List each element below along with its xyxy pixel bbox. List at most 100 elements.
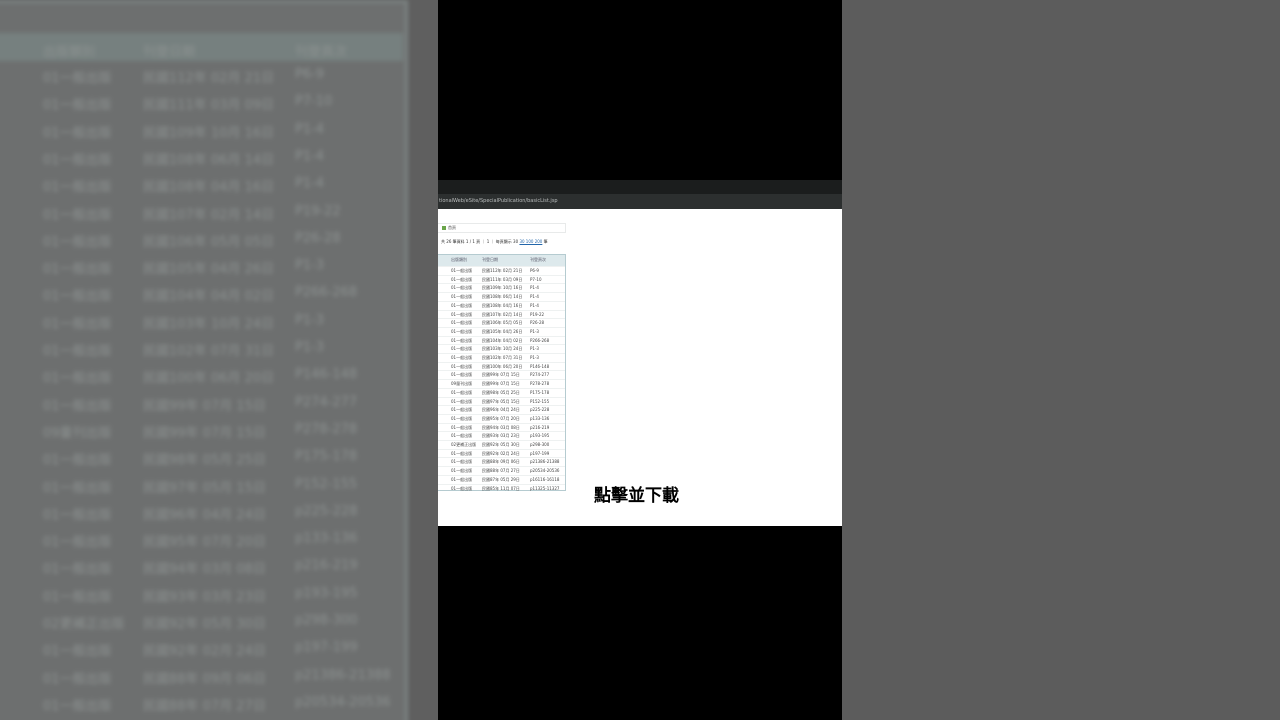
table-cell-date: 民國98年 05月 25日	[482, 389, 520, 395]
publication-table: 出版類別 刊登日期 刊登頁次 01一般出版 民國112年 02月 21日 P6-9 0…	[438, 254, 566, 491]
blurred-cell: 民國99年 07月 15日	[143, 425, 266, 441]
blurred-cell: 01一般出版	[43, 152, 112, 168]
table-cell-date: 民國97年 05月 15日	[482, 398, 520, 404]
table-cell-category: 01一般出版	[451, 407, 473, 413]
blurred-cell: 民國107年 02月 14日	[143, 207, 275, 223]
table-row[interactable]: 01一般出版 民國94年 03月 08日 p216-219	[438, 422, 565, 432]
blurred-right-area	[842, 0, 1280, 720]
caption-text: 點擊並下載	[594, 486, 679, 506]
table-cell-pages: P266-268	[530, 337, 550, 343]
table-row[interactable]: 09量刊出版 民國99年 07月 15日 P278-278	[438, 379, 565, 388]
blurred-cell: 01一般出版	[43, 453, 112, 469]
table-cell-date: 民國92年 05月 30日	[482, 442, 520, 447]
blurred-cell: 01一般出版	[43, 371, 112, 387]
blurred-cell: 01一般出版	[43, 589, 112, 605]
blurred-cell: p298-300	[295, 613, 358, 628]
table-row[interactable]: 01一般出版 民國98年 05月 25日 P175-178	[438, 387, 565, 397]
table-row[interactable]: 01一般出版 民國99年 07月 15日 P274-277	[438, 370, 565, 379]
blurred-cell: 民國109年 10月 16日	[143, 125, 275, 141]
address-bar[interactable]: tionalWeb/eSite/SpecialPublication/basic…	[438, 194, 842, 209]
blurred-cell: 09量刊出版	[43, 425, 112, 441]
table-cell-category: 01一般出版	[451, 476, 473, 482]
blurred-cell: 民國88年 09月 06日	[143, 671, 266, 687]
table-row[interactable]: 01一般出版 民國108年 06月 14日 P1-4	[438, 292, 565, 301]
blurred-cell: P146-148	[295, 367, 358, 383]
table-cell-category: 01一般出版	[451, 433, 473, 439]
home-link[interactable]: 首頁	[448, 225, 456, 231]
table-row[interactable]: 01一般出版 民國112年 02月 21日 P6-9	[438, 266, 565, 275]
table-cell-pages: p133-136	[530, 415, 550, 421]
blurred-cell: p193-195	[295, 585, 358, 601]
table-row[interactable]: 01一般出版 民國107年 02月 14日 P19-22	[438, 309, 565, 319]
column-header-pages: 刊登頁次	[530, 257, 546, 262]
blurred-header-cell: 刊登日期	[143, 45, 196, 60]
table-cell-category: 01一般出版	[451, 468, 473, 474]
table-cell-pages: P175-178	[530, 389, 550, 395]
table-row[interactable]: 01一般出版 民國93年 03月 23日 p193-195	[438, 431, 565, 440]
table-row[interactable]: 01一般出版 民國104年 04月 02日 P266-268	[438, 335, 565, 345]
table-cell-category: 01一般出版	[451, 337, 473, 343]
table-cell-pages: P1-3	[530, 355, 539, 360]
table-row[interactable]: 01一般出版 民國88年 07月 27日 p20534-20536	[438, 466, 565, 475]
blurred-cell: 民國104年 04月 02日	[143, 289, 275, 305]
table-row[interactable]: 01一般出版 民國108年 04月 16日 P1-4	[438, 300, 565, 310]
blurred-cell: 01一般出版	[43, 98, 112, 114]
table-cell-date: 民國111年 03月 09日	[482, 276, 523, 282]
blurred-cell: 01一般出版	[43, 180, 112, 196]
blurred-cell: 01一般出版	[43, 316, 112, 332]
table-row[interactable]: 01一般出版 民國95年 07月 20日 p133-136	[438, 413, 565, 423]
blurred-cell: P1-3	[295, 312, 325, 328]
blurred-cell: 民國106年 05月 05日	[143, 234, 275, 250]
table-row[interactable]: 01一般出版 民國96年 04月 24日 p225-228	[438, 405, 565, 414]
blurred-cell: P274-277	[295, 394, 358, 410]
table-cell-category: 01一般出版	[451, 346, 473, 352]
table-row[interactable]: 01一般出版 民國109年 10月 16日 P1-4	[438, 283, 565, 292]
table-cell-date: 民國109年 10月 16日	[482, 285, 523, 291]
table-cell-date: 民國99年 07月 15日	[482, 381, 520, 387]
blurred-cell: 01一般出版	[43, 562, 112, 578]
table-cell-category: 01一般出版	[451, 398, 473, 404]
pagination-bar: 共 26 筆資料 1 / 1 頁 ｜ 1 ｜ 每頁顯示 30 30 100 20…	[441, 239, 548, 245]
table-cell-pages: p197-199	[530, 450, 550, 456]
blurred-cell: 民國92年 02月 24日	[143, 644, 266, 660]
table-cell-pages: P146-148	[530, 363, 550, 369]
table-cell-pages: p20534-20536	[530, 468, 560, 474]
table-cell-category: 01一般出版	[451, 268, 473, 273]
table-row[interactable]: 01一般出版 民國111年 03月 09日 P7-10	[438, 274, 565, 284]
table-row[interactable]: 01一般出版 民國106年 05月 05日 P26-28	[438, 318, 565, 327]
table-cell-date: 民國94年 03月 08日	[482, 424, 520, 430]
table-cell-category: 01一般出版	[451, 328, 473, 334]
blurred-cell: P175-178	[295, 449, 358, 465]
table-cell-category: 01一般出版	[451, 320, 473, 326]
blurred-cell: P152-155	[295, 476, 358, 492]
table-cell-date: 民國99年 07月 15日	[482, 372, 520, 378]
table-cell-pages: p21386-21388	[530, 459, 560, 465]
table-row[interactable]: 01一般出版 民國87年 05月 29日 p16116-16118	[438, 474, 565, 484]
table-cell-date: 民國104年 04月 02日	[482, 337, 523, 343]
table-cell-pages: p225-228	[530, 407, 550, 413]
table-row[interactable]: 01一般出版 民國102年 07月 31日 P1-3	[438, 353, 565, 362]
table-cell-pages: P1-3	[530, 328, 539, 334]
blurred-cell: P26-28	[295, 230, 341, 246]
table-row[interactable]: 01一般出版 民國100年 06月 20日 P146-148	[438, 361, 565, 371]
table-row[interactable]: 01一般出版 民國88年 09月 06日 p21386-21388	[438, 457, 565, 466]
home-icon	[442, 226, 446, 230]
blurred-header-cell: 刊登頁次	[295, 45, 348, 60]
table-row[interactable]: 01一般出版 民國85年 11月 07日 p11325-11327	[438, 483, 565, 493]
blurred-cell: P266-268	[295, 285, 358, 301]
table-row[interactable]: 02更補正出版 民國92年 05月 30日 p298-300	[438, 440, 565, 449]
table-cell-pages: P1-4	[530, 302, 539, 308]
table-row[interactable]: 01一般出版 民國92年 02月 24日 p197-199	[438, 448, 565, 458]
blurred-cell: P1-3	[295, 340, 325, 355]
table-cell-date: 民國93年 03月 23日	[482, 433, 520, 439]
table-row[interactable]: 01一般出版 民國97年 05月 15日 P152-155	[438, 396, 565, 406]
table-row[interactable]: 01一般出版 民國103年 10月 24日 P1-3	[438, 344, 565, 353]
table-cell-date: 民國92年 02月 24日	[482, 450, 520, 456]
blurred-cell: 01一般出版	[43, 535, 112, 551]
page-size-links[interactable]: 30 100 200	[519, 239, 542, 244]
table-cell-pages: P278-278	[530, 381, 550, 387]
table-cell-date: 民國107年 02月 14日	[482, 311, 523, 317]
table-row[interactable]: 01一般出版 民國105年 04月 26日 P1-3	[438, 326, 565, 336]
blurred-cell: p216-219	[295, 558, 358, 574]
table-cell-pages: p16116-16118	[530, 476, 560, 482]
